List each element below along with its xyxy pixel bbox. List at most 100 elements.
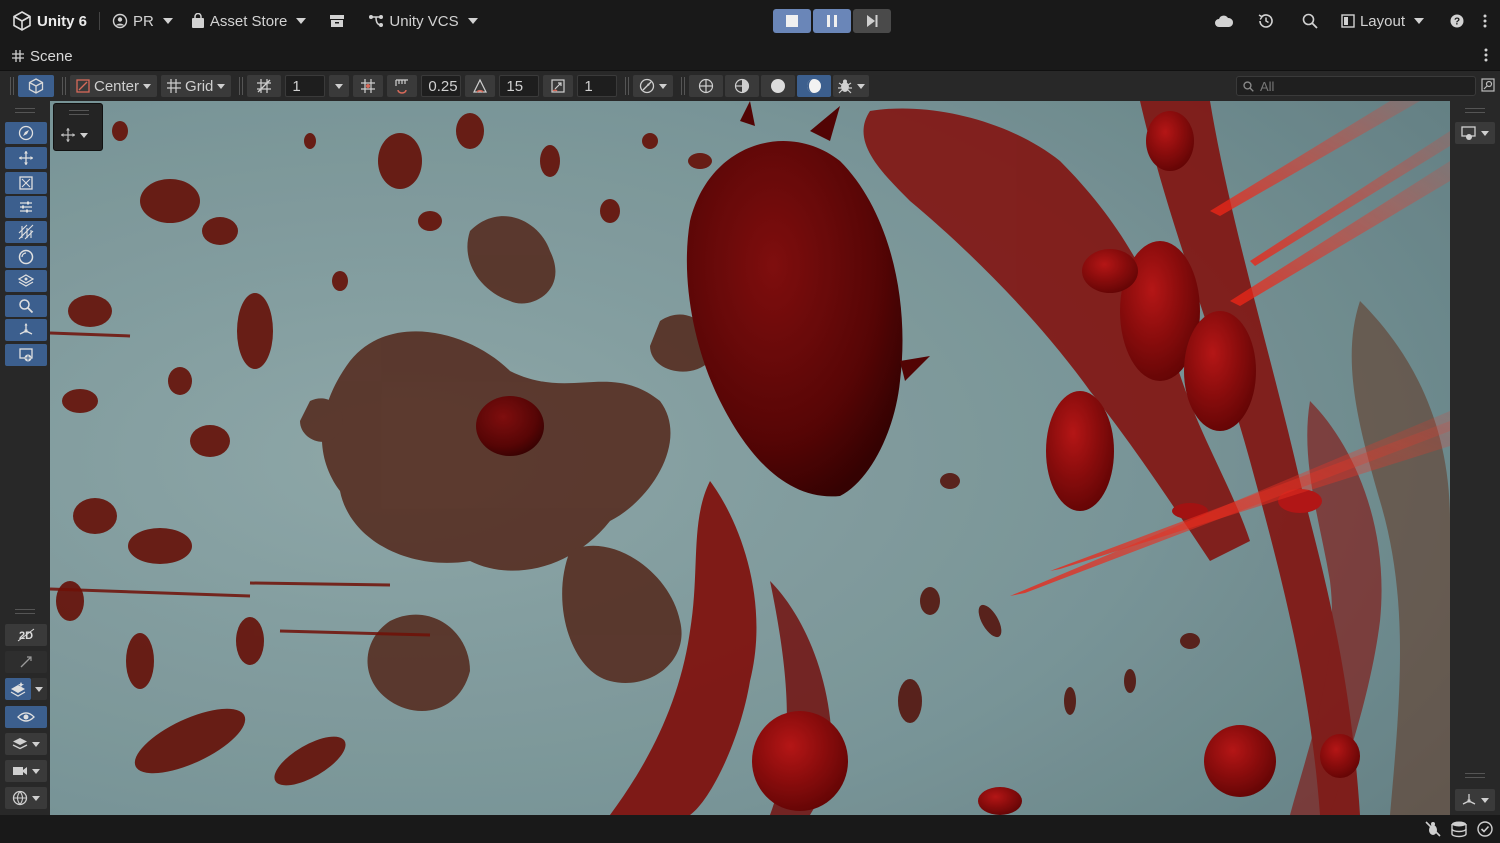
help-icon: ? bbox=[1450, 14, 1464, 28]
vcs-label: Unity VCS bbox=[389, 12, 459, 30]
grid-size-dropdown[interactable] bbox=[329, 75, 350, 97]
transform-tool-button[interactable] bbox=[5, 319, 47, 341]
wireframe-shading-button[interactable] bbox=[689, 75, 724, 97]
search-button[interactable] bbox=[1295, 7, 1325, 35]
chevron-down-icon bbox=[32, 741, 40, 747]
move-tool-button[interactable] bbox=[5, 147, 47, 169]
rotate-snap-toggle[interactable] bbox=[465, 75, 496, 97]
2d-view-toggle[interactable]: 2D bbox=[5, 624, 47, 646]
bug-off-icon bbox=[1425, 821, 1441, 837]
light-off-icon bbox=[20, 656, 32, 668]
layers-tool-button[interactable] bbox=[5, 270, 47, 292]
rect-transform-icon bbox=[19, 176, 33, 190]
sphere-icon bbox=[18, 249, 34, 265]
draw-mode-dropdown[interactable] bbox=[633, 75, 674, 97]
rotate-snap-field[interactable]: 15 bbox=[499, 75, 540, 97]
stop-icon bbox=[786, 15, 798, 27]
scene-search-input[interactable]: All bbox=[1236, 76, 1476, 96]
move-arrows-icon bbox=[61, 128, 75, 142]
chevron-down-icon bbox=[217, 83, 226, 89]
grid-dropdown[interactable]: Grid bbox=[161, 75, 232, 97]
toolbar-grip[interactable] bbox=[10, 77, 14, 95]
layout-dropdown[interactable]: Layout bbox=[1335, 7, 1430, 35]
grid-size-field[interactable]: 1 bbox=[285, 75, 326, 97]
vcs-dropdown[interactable]: Unity VCS bbox=[362, 7, 483, 35]
increment-snap-toggle[interactable] bbox=[353, 75, 384, 97]
move-arrows-icon bbox=[19, 151, 33, 165]
pivot-dropdown[interactable]: Center bbox=[70, 75, 158, 97]
camera-dropdown[interactable] bbox=[5, 760, 47, 782]
effects-dropdown[interactable] bbox=[5, 678, 31, 700]
overlay-grip[interactable] bbox=[15, 108, 35, 113]
cloud-icon bbox=[1214, 15, 1233, 27]
help-button[interactable]: ? bbox=[1442, 7, 1472, 35]
asset-store-label: Asset Store bbox=[209, 12, 288, 30]
account-dropdown[interactable]: PR bbox=[106, 7, 179, 35]
account-label: PR bbox=[133, 12, 154, 30]
step-button[interactable] bbox=[853, 9, 891, 33]
tab-scene[interactable]: Scene bbox=[30, 48, 73, 65]
zoom-tool-button[interactable] bbox=[5, 295, 47, 317]
paint-tool-button[interactable] bbox=[5, 221, 47, 243]
unity-menu[interactable]: Unity 6 bbox=[6, 7, 93, 35]
cache-server-button[interactable] bbox=[1450, 820, 1468, 841]
play-button[interactable] bbox=[773, 9, 811, 33]
camera-icon bbox=[13, 767, 27, 775]
status-check-button[interactable] bbox=[1476, 820, 1494, 841]
chevron-down-icon bbox=[35, 686, 43, 692]
overlay-grip[interactable] bbox=[1465, 108, 1485, 113]
custom-tool-button[interactable] bbox=[5, 344, 47, 366]
svg-text:?: ? bbox=[1454, 17, 1460, 28]
overlay-grip[interactable] bbox=[69, 110, 89, 115]
cloud-button[interactable] bbox=[1209, 7, 1239, 35]
scale-snap-toggle[interactable] bbox=[543, 75, 574, 97]
overlay-grip[interactable] bbox=[1465, 773, 1485, 778]
rotate-tool-button[interactable] bbox=[5, 172, 47, 194]
asset-store-dropdown[interactable]: Asset Store bbox=[185, 7, 313, 35]
chevron-down-icon bbox=[143, 83, 152, 89]
layout-label: Layout bbox=[1359, 12, 1405, 30]
pause-button[interactable] bbox=[813, 9, 851, 33]
view-mode-button[interactable] bbox=[18, 75, 54, 97]
sphere-tool-button[interactable] bbox=[5, 246, 47, 268]
tool-settings-dropdown[interactable] bbox=[60, 124, 98, 146]
overlay-grip[interactable] bbox=[15, 609, 35, 614]
orientation-dropdown[interactable] bbox=[1455, 122, 1495, 144]
grid-snap-toggle[interactable] bbox=[247, 75, 282, 97]
search-options-button[interactable] bbox=[1481, 78, 1495, 95]
more-menu-button[interactable] bbox=[1476, 7, 1494, 35]
effects-dropdown-caret[interactable] bbox=[31, 678, 47, 700]
playmode-controls bbox=[773, 9, 891, 33]
rotate-snap-icon bbox=[473, 78, 488, 93]
grid-snap-icon bbox=[257, 79, 272, 93]
lighting-toggle[interactable] bbox=[5, 651, 47, 673]
navigation-dropdown[interactable] bbox=[1455, 789, 1495, 811]
debug-draw-dropdown[interactable] bbox=[833, 75, 870, 97]
move-snap-toggle[interactable] bbox=[387, 75, 418, 97]
pause-icon bbox=[827, 15, 837, 27]
custom-tool-icon bbox=[19, 348, 33, 362]
eye-icon bbox=[17, 712, 35, 722]
grid-label: Grid bbox=[185, 77, 214, 95]
tab-menu-button[interactable] bbox=[1484, 48, 1488, 65]
unlit-button[interactable] bbox=[797, 75, 832, 97]
debug-off-button[interactable] bbox=[1424, 820, 1442, 841]
adjust-tool-button[interactable] bbox=[5, 196, 47, 218]
scene-viewport[interactable] bbox=[50, 101, 1450, 815]
scene-camera-icon bbox=[1461, 126, 1476, 140]
move-snap-field[interactable]: 0.25 bbox=[421, 75, 462, 97]
gizmos-dropdown[interactable] bbox=[5, 787, 47, 809]
shaded-button[interactable] bbox=[761, 75, 796, 97]
shaded-wireframe-button[interactable] bbox=[725, 75, 760, 97]
toolbar-grip bbox=[62, 77, 66, 95]
kebab-menu-icon bbox=[1484, 48, 1488, 62]
package-button[interactable] bbox=[322, 7, 352, 35]
history-button[interactable] bbox=[1251, 7, 1281, 35]
layers-visibility-dropdown[interactable] bbox=[5, 733, 47, 755]
bug-icon bbox=[838, 79, 853, 94]
visibility-toggle[interactable] bbox=[5, 706, 47, 728]
scale-snap-field[interactable]: 1 bbox=[577, 75, 618, 97]
view-tool-button[interactable] bbox=[5, 122, 47, 144]
database-icon bbox=[1451, 821, 1467, 838]
toolbar-grip bbox=[239, 77, 244, 95]
